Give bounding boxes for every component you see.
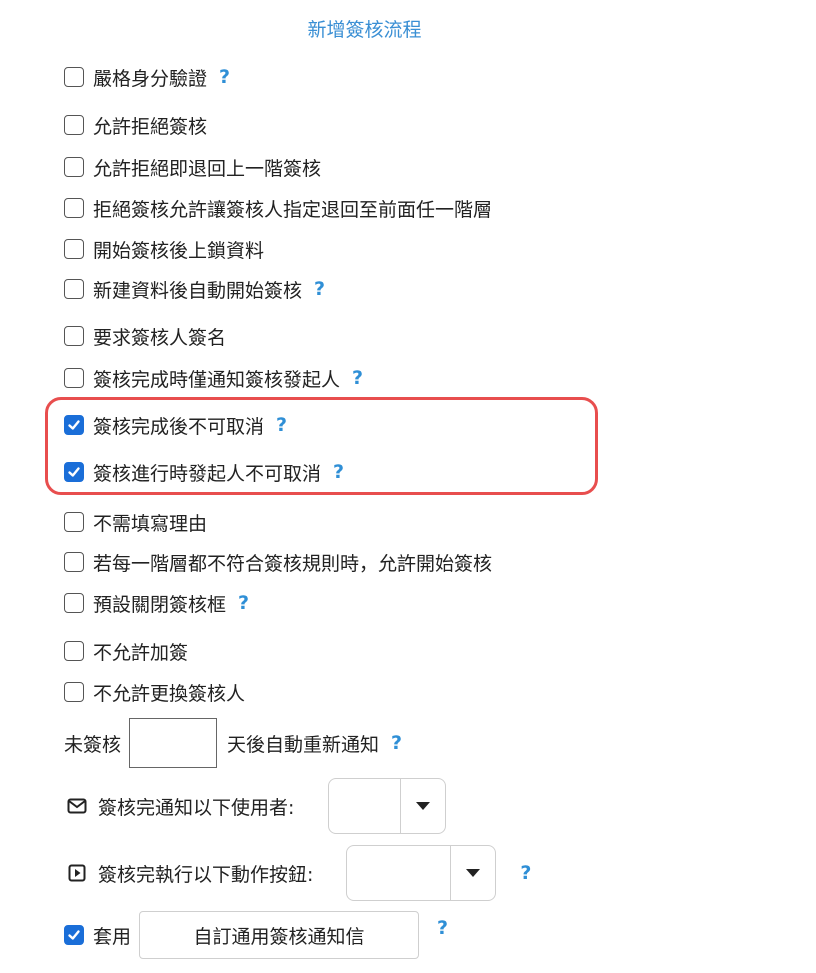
option-checkbox[interactable] <box>64 512 84 532</box>
option-row[interactable]: 開始簽核後上鎖資料 <box>64 234 264 264</box>
days-input[interactable] <box>129 718 218 768</box>
option-row[interactable]: 新建資料後自動開始簽核? <box>64 274 325 304</box>
option-checkbox[interactable] <box>64 67 84 87</box>
help-icon[interactable]: ? <box>352 367 363 389</box>
notify-row: 簽核完通知以下使用者: <box>66 778 447 834</box>
option-row[interactable]: 簽核完成時僅通知簽核發起人? <box>64 363 363 393</box>
option-checkbox[interactable] <box>64 552 84 572</box>
option-checkbox[interactable] <box>64 198 84 218</box>
apply-label: 套用 <box>93 925 132 948</box>
action-button-select[interactable] <box>346 845 497 901</box>
help-icon[interactable]: ? <box>238 592 249 614</box>
option-checkbox[interactable] <box>64 157 84 177</box>
option-row[interactable]: 要求簽核人簽名 <box>64 321 226 351</box>
option-label: 不允許加簽 <box>93 641 189 664</box>
option-checkbox[interactable] <box>64 641 84 661</box>
option-row[interactable]: 嚴格身分驗證? <box>64 62 230 92</box>
help-icon[interactable]: ? <box>437 917 448 939</box>
action-label: 簽核完執行以下動作按鈕: <box>98 863 314 886</box>
help-icon[interactable]: ? <box>314 278 325 300</box>
option-row[interactable]: 拒絕簽核允許讓簽核人指定退回至前面任一階層 <box>64 193 492 223</box>
notify-selected-value <box>329 779 402 833</box>
option-label: 要求簽核人簽名 <box>93 326 227 349</box>
option-label: 不允許更換簽核人 <box>93 682 246 705</box>
option-label: 簽核完成時僅通知簽核發起人 <box>93 368 341 391</box>
option-label: 開始簽核後上鎖資料 <box>93 239 265 262</box>
help-icon[interactable]: ? <box>219 66 230 88</box>
option-row[interactable]: 不允許更換簽核人 <box>64 677 245 707</box>
help-icon[interactable]: ? <box>391 732 402 754</box>
option-label: 允許拒絕即退回上一階簽核 <box>93 157 322 180</box>
option-row[interactable]: 不需填寫理由 <box>64 507 207 537</box>
option-label: 嚴格身分驗證 <box>93 67 208 90</box>
action-selected-value <box>347 846 452 900</box>
option-label: 預設關閉簽核框 <box>93 593 227 616</box>
option-checkbox[interactable] <box>64 415 84 435</box>
chevron-down-icon[interactable] <box>451 846 495 900</box>
option-label: 簽核進行時發起人不可取消 <box>93 462 322 485</box>
option-label: 若每一階層都不符合簽核規則時，允許開始簽核 <box>93 552 493 575</box>
apply-checkbox[interactable] <box>64 925 84 945</box>
option-label: 簽核完成後不可取消 <box>93 415 265 438</box>
play-icon <box>66 862 88 884</box>
help-icon[interactable]: ? <box>276 414 287 436</box>
chevron-down-icon[interactable] <box>401 779 445 833</box>
option-checkbox[interactable] <box>64 368 84 388</box>
action-row: 簽核完執行以下動作按鈕: ? <box>66 845 531 901</box>
notify-label: 簽核完通知以下使用者: <box>98 796 295 819</box>
option-checkbox[interactable] <box>64 682 84 702</box>
custom-notification-email-button[interactable]: 自訂通用簽核通知信 <box>139 911 420 959</box>
option-checkbox[interactable] <box>64 593 84 613</box>
option-row[interactable]: 若每一階層都不符合簽核規則時，允許開始簽核 <box>64 547 492 577</box>
option-checkbox[interactable] <box>64 462 84 482</box>
option-checkbox[interactable] <box>64 279 84 299</box>
page-title: 新增簽核流程 <box>307 19 422 41</box>
reminder-suffix: 天後自動重新通知 <box>227 733 380 756</box>
envelope-icon <box>66 795 88 817</box>
option-checkbox[interactable] <box>64 239 84 259</box>
reminder-row: 未簽核 天後自動重新通知 ? <box>64 718 402 768</box>
option-label: 新建資料後自動開始簽核 <box>93 279 303 302</box>
option-row[interactable]: 不允許加簽 <box>64 636 188 666</box>
apply-row: 套用 自訂通用簽核通知信 ? <box>64 910 448 960</box>
help-icon[interactable]: ? <box>520 862 531 884</box>
option-checkbox[interactable] <box>64 115 84 135</box>
option-label: 不需填寫理由 <box>93 512 208 535</box>
help-icon[interactable]: ? <box>333 461 344 483</box>
option-label: 允許拒絕簽核 <box>93 115 208 138</box>
option-row[interactable]: 允許拒絕簽核 <box>64 110 207 140</box>
option-checkbox[interactable] <box>64 326 84 346</box>
notify-user-select[interactable] <box>328 778 447 834</box>
reminder-prefix: 未簽核 <box>64 733 122 756</box>
option-row[interactable]: 預設關閉簽核框? <box>64 588 249 618</box>
option-row[interactable]: 允許拒絕即退回上一階簽核 <box>64 152 321 182</box>
option-label: 拒絕簽核允許讓簽核人指定退回至前面任一階層 <box>93 198 493 221</box>
option-row[interactable]: 簽核進行時發起人不可取消? <box>64 457 344 487</box>
option-row[interactable]: 簽核完成後不可取消? <box>64 410 287 440</box>
